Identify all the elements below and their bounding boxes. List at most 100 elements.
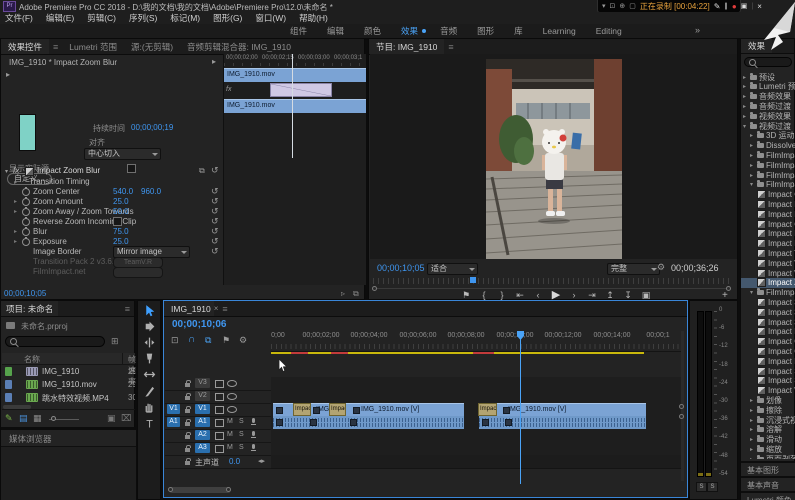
effect-item-17[interactable]: Impact Ra [741,239,795,249]
track-header-V2[interactable]: V2 [165,390,271,404]
effect-name[interactable]: Impact Zoom Blur [37,166,100,175]
effect-controls-tab-1[interactable]: Lumetri 范围 [62,39,124,54]
effect-item-12[interactable]: Impact C [741,190,795,200]
step-forward-button[interactable]: › [567,290,581,300]
workspace-tab-5[interactable]: 图形 [467,25,504,37]
trash-icon[interactable]: ⌧ [121,413,131,424]
solo-button-0[interactable]: S [696,482,707,492]
param-5[interactable]: ▸Exposure25.0↺ [1,237,223,247]
duration-value[interactable]: 00;00;00;19 [131,123,173,132]
effects-bin-2[interactable]: ▸音频效果 [741,92,795,102]
program-scrubber[interactable] [373,278,733,284]
track-lane-V3[interactable] [271,377,683,391]
pause-icon[interactable]: ∥ [724,2,728,10]
param-3[interactable]: Reverse Zoom Incoming Clip↺ [1,217,223,227]
effect-item-28[interactable]: Impact Gr [741,346,795,356]
scroll-handle-left[interactable] [372,286,377,291]
camera-icon[interactable]: ▣ [741,2,748,10]
transition-clip-1[interactable]: Impact [329,403,346,416]
param-2[interactable]: ▸Zoom Away / Zoom Towards50.0↺ [1,207,223,217]
effects-bin-39[interactable]: ▸页面剥落 [741,454,795,459]
lock-icon[interactable] [185,383,190,387]
workspace-overflow-icon[interactable]: » [695,25,700,35]
program-monitor-tab[interactable]: 节目: IMG_1910 [369,39,444,54]
effects-bin-4[interactable]: ▸视频效果 [741,111,795,121]
tl-scroll-handle-left[interactable] [168,487,173,492]
effects-bin-33[interactable]: ▸划像 [741,395,795,405]
effects-bin-37[interactable]: ▸滑动 [741,435,795,445]
transition-clip-a[interactable]: IMG_1910.mov [224,68,366,82]
track-header-V1[interactable]: V1V1 [165,403,271,417]
step-back-button[interactable]: ‹ [531,290,545,300]
sync-lock-icon[interactable] [215,419,224,427]
effects-bin-8[interactable]: ▸FilmImpact [741,150,795,160]
twirl-icon[interactable]: ▸ [743,93,748,100]
project-row-0[interactable]: IMG_191029 [2,365,135,378]
workspace-tab-2[interactable]: 颜色 [354,25,391,37]
sync-lock-icon[interactable] [215,380,224,388]
solo-button[interactable]: S [239,444,244,451]
twirl-icon[interactable]: ▸ [750,436,755,443]
sequence-tab[interactable]: IMG_1910 [164,301,214,316]
ripple-edit-tool[interactable] [142,336,156,349]
twirl-icon[interactable]: ▸ [743,103,748,110]
add-marker-icon[interactable]: ⚑ [222,335,230,346]
timeline-settings-wrench-icon[interactable]: ⚙ [239,335,247,346]
bottom-panel-tab-2[interactable]: Lumetri 颜色 [741,491,795,500]
menu-item-7[interactable]: 帮助(H) [299,12,328,24]
menu-item-4[interactable]: 标记(M) [170,12,200,24]
effect-item-27[interactable]: Impact G [741,337,795,347]
effects-bin-1[interactable]: ▸Lumetri 预设 [741,82,795,92]
zoom-slider-knob[interactable] [51,416,56,421]
mark-out-button[interactable]: } [495,290,509,300]
effect-item-18[interactable]: Impact T [741,248,795,258]
track-select-forward-tool[interactable] [142,320,156,333]
timeline-timecode[interactable]: 00;00;10;06 [172,319,226,330]
twirl-icon[interactable]: ▸ [750,407,755,414]
param-value[interactable]: 540.0 [113,187,133,196]
icon-view-icon[interactable]: ▦ [33,413,42,424]
effect-item-31[interactable]: Impact St [741,376,795,386]
corner-play-icon[interactable]: ▹ [341,289,345,298]
workspace-tab-4[interactable]: 音频 [430,25,467,37]
source-patch-V1[interactable]: V1 [167,404,180,414]
collapse-icon[interactable]: ▾ [5,168,8,175]
linked-selection-icon[interactable]: ⧉ [205,335,211,346]
track-visibility-eye-icon[interactable] [227,380,237,387]
label-color-chip[interactable] [5,393,12,402]
effects-bin-5[interactable]: ▾视频过渡 [741,121,795,131]
timeline-h-scrollbar[interactable] [169,487,231,493]
region-capture-icon[interactable]: ▢ [629,2,636,10]
effect-item-13[interactable]: Impact D [741,199,795,209]
settings-wrench-icon[interactable]: ⚙ [657,262,665,273]
effect-item-26[interactable]: Impact Fl [741,327,795,337]
expand-icon[interactable]: ▸ [14,208,17,215]
play-transition-icon[interactable]: ▸ [212,57,216,66]
effects-bin-38[interactable]: ▸缩放 [741,444,795,454]
track-header-master[interactable]: 主声道0.0◂▸ [165,455,271,469]
workspace-tab-0[interactable]: 组件 [280,25,317,37]
twirl-icon[interactable]: ▾ [743,123,748,130]
draw-pencil-icon[interactable]: ✎ [714,2,721,11]
twirl-icon[interactable]: ▸ [750,152,755,159]
lock-icon[interactable] [185,409,190,413]
alignment-dropdown[interactable]: 中心切入 [84,148,161,160]
chevron-down-icon[interactable]: ▾ [602,2,606,10]
twirl-icon[interactable]: ▸ [743,113,748,120]
source-patch-A1[interactable]: A1 [167,417,180,427]
menu-item-5[interactable]: 图形(G) [213,12,242,24]
effect-item-20[interactable]: Impact W [741,268,795,278]
tl-vscroll-handle-top[interactable] [679,404,684,409]
twirl-icon[interactable]: ▸ [750,446,755,453]
program-playhead-handle[interactable] [470,277,476,283]
effects-bin-3[interactable]: ▸音频过渡 [741,101,795,111]
list-view-icon[interactable]: ▤ [19,413,28,424]
effect-controls-playhead[interactable] [292,54,293,158]
slip-tool[interactable] [142,368,156,381]
label-color-chip[interactable] [5,380,12,389]
transition-preview-play-icon[interactable]: ▸ [6,70,10,79]
timeline-ruler[interactable]: 00;0000;00;02;0000;00;04;0000;00;06;0000… [271,329,683,352]
track-name-V2[interactable]: V2 [195,391,210,401]
type-tool[interactable]: T [142,416,156,429]
transition-timing-group[interactable]: Transition Timing [29,177,90,186]
